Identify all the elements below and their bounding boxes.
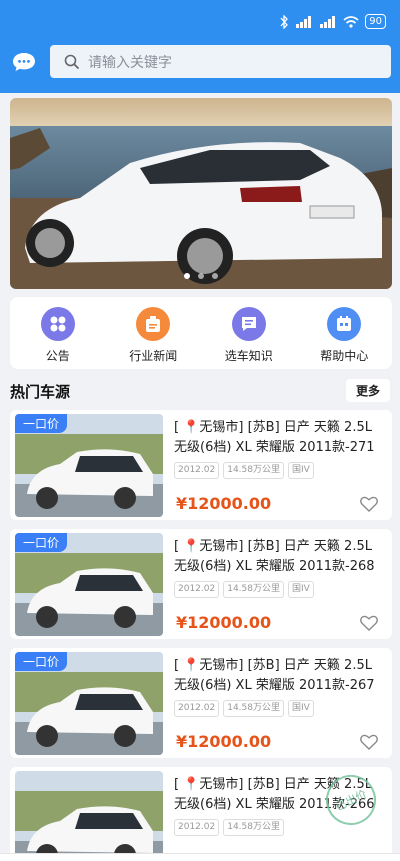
mileage-chip: 14.58万公里 xyxy=(223,700,284,717)
quick-link-label: 公告 xyxy=(45,349,70,363)
signal-icon xyxy=(296,15,312,28)
signal-icon-2 xyxy=(320,15,336,28)
car-thumbnail xyxy=(15,771,163,861)
year-chip: 2012.02 xyxy=(174,700,220,717)
quick-link-label: 选车知识 xyxy=(224,349,273,363)
car-thumbnail: 一口价 xyxy=(15,652,163,755)
search-bar[interactable]: 请输入关键字 xyxy=(50,45,391,78)
mileage-chip: 14.58万公里 xyxy=(223,819,284,836)
carousel-dot[interactable] xyxy=(212,273,218,279)
battery-indicator: 90 xyxy=(365,14,386,29)
price-type-tag: 一口价 xyxy=(15,533,68,552)
emission-chip: 国IV xyxy=(287,700,314,717)
quick-link-car-knowledge[interactable]: 选车知识 xyxy=(201,297,297,369)
quick-links: 公告 行业新闻 选车知识 帮助中心 xyxy=(10,297,392,369)
chat-bubble-icon xyxy=(231,307,266,341)
listing-attributes: 2012.02 14.58万公里 国IV xyxy=(174,700,314,717)
search-icon xyxy=(64,54,80,69)
emission-chip: 国IV xyxy=(287,462,314,479)
bottom-tab-bar[interactable] xyxy=(0,853,400,861)
quick-link-label: 帮助中心 xyxy=(320,349,369,363)
news-icon xyxy=(136,307,171,341)
wifi-icon xyxy=(343,15,359,28)
heart-icon[interactable] xyxy=(360,496,378,512)
bluetooth-icon xyxy=(280,14,289,29)
listing-title: [ 📍无锡市] [苏B] 日产 天籁 2.5L 无级(6档) XL 荣耀版 20… xyxy=(174,658,375,693)
listing-attributes: 2012.02 14.58万公里 国IV xyxy=(174,581,314,598)
carousel-dot[interactable] xyxy=(198,273,204,279)
year-chip: 2012.02 xyxy=(174,819,220,836)
heart-icon[interactable] xyxy=(360,734,378,750)
quick-link-label: 行业新闻 xyxy=(129,349,178,363)
carousel-dot[interactable] xyxy=(184,273,190,279)
listing-card[interactable]: [ 📍无锡市] [苏B] 日产 天籁 2.5L 无级(6档) XL 荣耀版 20… xyxy=(10,766,392,861)
listing-price: ¥12000.00 xyxy=(176,732,272,751)
listing-card[interactable]: 一口价 [ 📍无锡市] [苏B] 日产 天籁 2.5L 无级(6档) XL 荣耀… xyxy=(10,529,392,639)
year-chip: 2012.02 xyxy=(174,581,220,598)
search-placeholder: 请输入关键字 xyxy=(88,54,172,71)
mileage-chip: 14.58万公里 xyxy=(223,462,284,479)
heart-icon[interactable] xyxy=(360,615,378,631)
year-chip: 2012.02 xyxy=(174,462,220,479)
quick-link-announcements[interactable]: 公告 xyxy=(10,297,106,369)
listing-attributes: 2012.02 14.58万公里 xyxy=(174,819,284,836)
listing-title: [ 📍无锡市] [苏B] 日产 天籁 2.5L 无级(6档) XL 荣耀版 20… xyxy=(174,539,375,574)
message-icon[interactable] xyxy=(12,52,36,72)
banner-carousel[interactable] xyxy=(10,98,392,289)
listing-price: ¥12000.00 xyxy=(176,613,272,632)
carousel-dots xyxy=(10,273,392,279)
quick-link-help-center[interactable]: 帮助中心 xyxy=(297,297,393,369)
section-title: 热门车源 xyxy=(10,383,71,401)
listing-attributes: 2012.02 14.58万公里 国IV xyxy=(174,462,314,479)
listing-title: [ 📍无锡市] [苏B] 日产 天籁 2.5L 无级(6档) XL 荣耀版 20… xyxy=(174,420,375,455)
grid-icon xyxy=(40,307,75,341)
price-type-tag: 一口价 xyxy=(15,652,68,671)
listing-card[interactable]: 一口价 [ 📍无锡市] [苏B] 日产 天籁 2.5L 无级(6档) XL 荣耀… xyxy=(10,648,392,758)
hot-cars-header: 热门车源 更多 xyxy=(0,378,400,404)
quick-link-industry-news[interactable]: 行业新闻 xyxy=(106,297,202,369)
price-type-tag: 一口价 xyxy=(15,414,68,433)
mileage-chip: 14.58万公里 xyxy=(223,581,284,598)
listing-card[interactable]: 一口价 [ 📍无锡市] [苏B] 日产 天籁 2.5L 无级(6档) XL 荣耀… xyxy=(10,410,392,520)
calendar-icon xyxy=(327,307,362,341)
status-icons: 90 xyxy=(279,14,386,29)
emission-chip: 国IV xyxy=(287,581,314,598)
app-header: 90 请输入关键字 xyxy=(0,0,400,93)
listing-price: ¥12000.00 xyxy=(176,494,272,513)
status-bar: 90 xyxy=(0,0,400,44)
car-thumbnail: 一口价 xyxy=(15,414,163,517)
more-button[interactable]: 更多 xyxy=(345,379,390,402)
car-thumbnail: 一口价 xyxy=(15,533,163,636)
banner-car-image xyxy=(10,98,392,289)
